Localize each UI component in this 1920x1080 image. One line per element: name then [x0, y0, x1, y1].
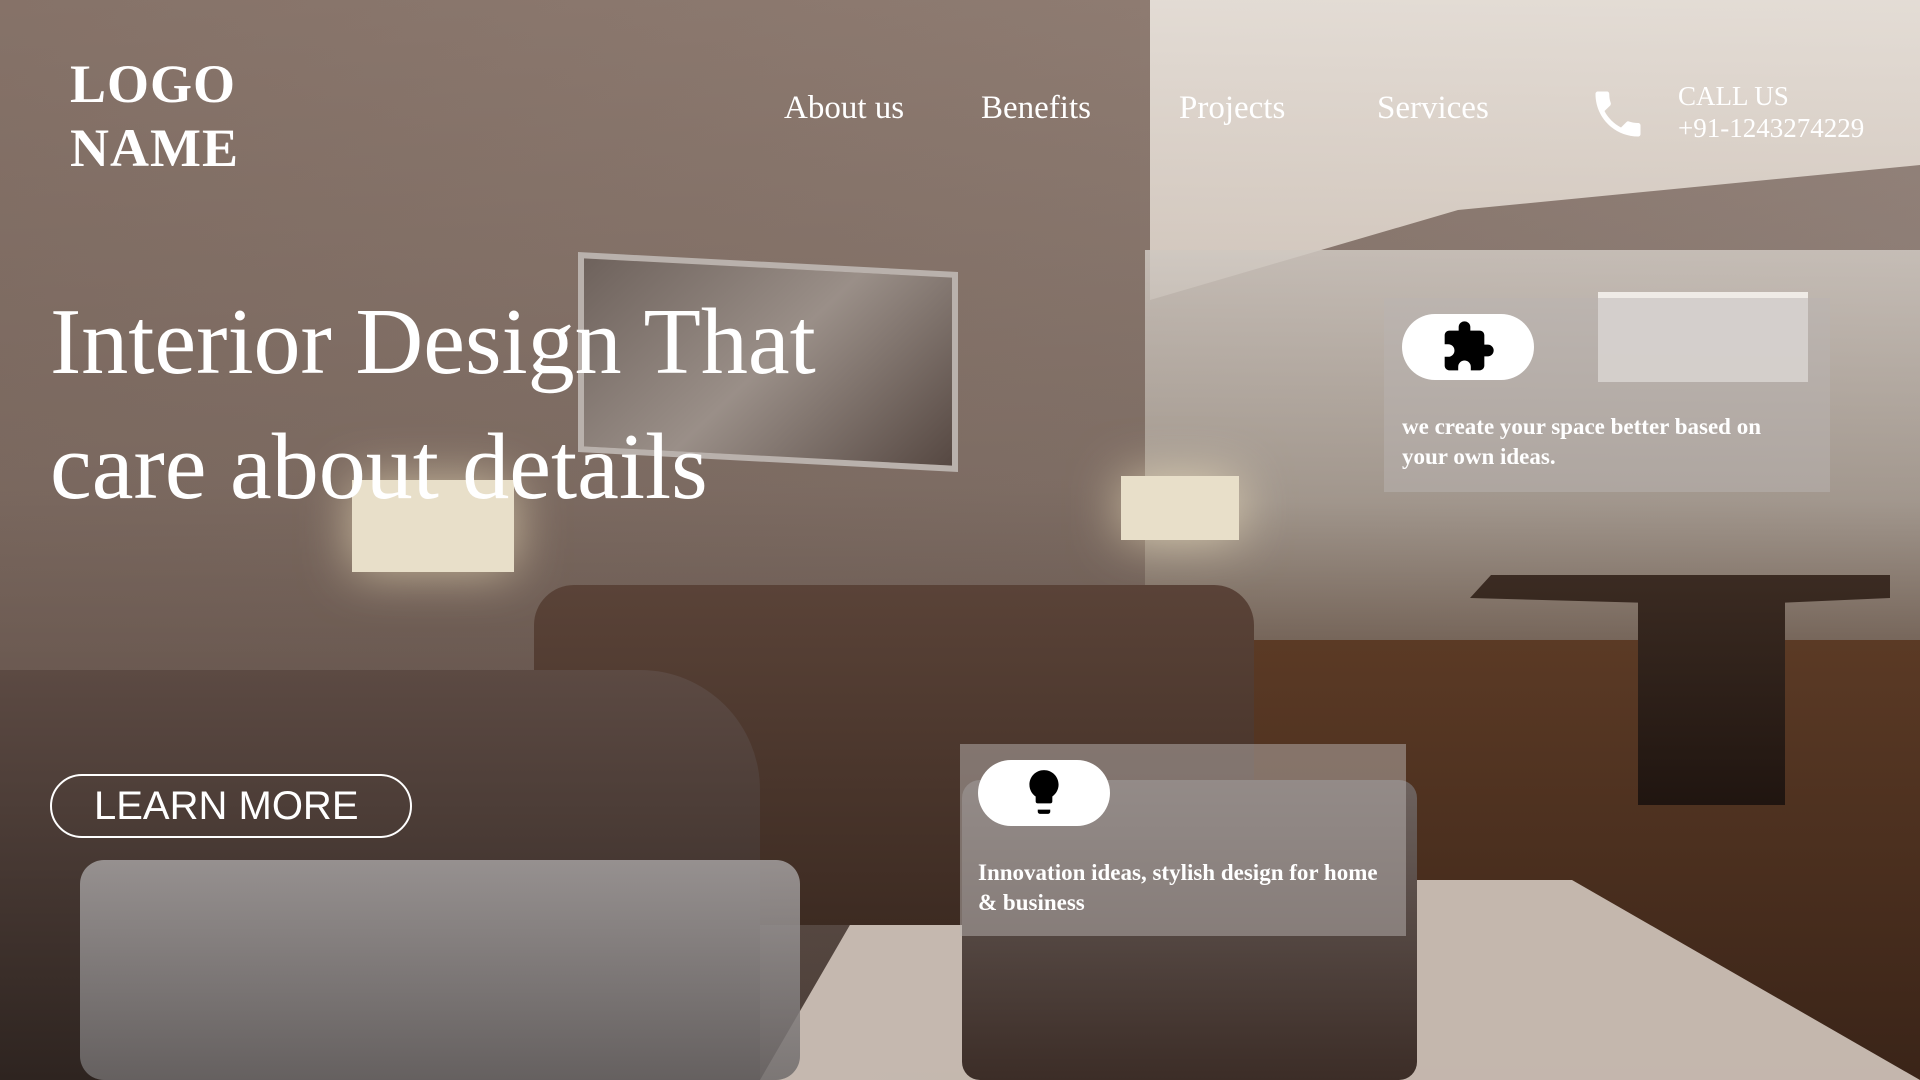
feature-card-text: we create your space better based on you…	[1402, 414, 1761, 469]
phone-icon	[1595, 91, 1641, 137]
feature-card-text: Innovation ideas, stylish design for hom…	[978, 860, 1378, 915]
feature-card-innovation: Innovation ideas, stylish design for hom…	[960, 744, 1406, 936]
call-us-text: CALL US +91-1243274229	[1678, 80, 1864, 144]
nav-about-us[interactable]: About us	[784, 90, 984, 127]
logo-line-1: LOGO	[70, 54, 237, 114]
puzzle-icon	[1444, 321, 1494, 371]
feature-icon-pill	[978, 760, 1110, 826]
nav-services[interactable]: Services	[1377, 90, 1489, 127]
hero-headline: Interior Design That care about details	[50, 280, 1050, 530]
hero-headline-line-2: care about details	[50, 415, 708, 519]
call-us-label: CALL US	[1678, 81, 1789, 111]
lightbulb-icon	[1029, 770, 1059, 814]
logo[interactable]: LOGO NAME	[70, 52, 239, 180]
table-lamp-decor	[1121, 476, 1239, 540]
hero-headline-line-1: Interior Design That	[50, 290, 816, 394]
logo-line-2: NAME	[70, 118, 239, 178]
call-us-phone[interactable]: +91-1243274229	[1678, 112, 1864, 144]
nav-projects[interactable]: Projects	[1179, 90, 1285, 127]
feature-card-ideas: we create your space better based on you…	[1384, 298, 1830, 492]
learn-more-button[interactable]: LEARN MORE	[50, 774, 412, 838]
main-nav: About us Benefits Projects Services	[784, 90, 1489, 127]
call-us[interactable]: CALL US +91-1243274229	[1588, 80, 1864, 144]
nav-benefits[interactable]: Benefits	[981, 90, 1091, 127]
feature-icon-pill	[1402, 314, 1534, 380]
cushions-decor	[80, 860, 800, 1080]
